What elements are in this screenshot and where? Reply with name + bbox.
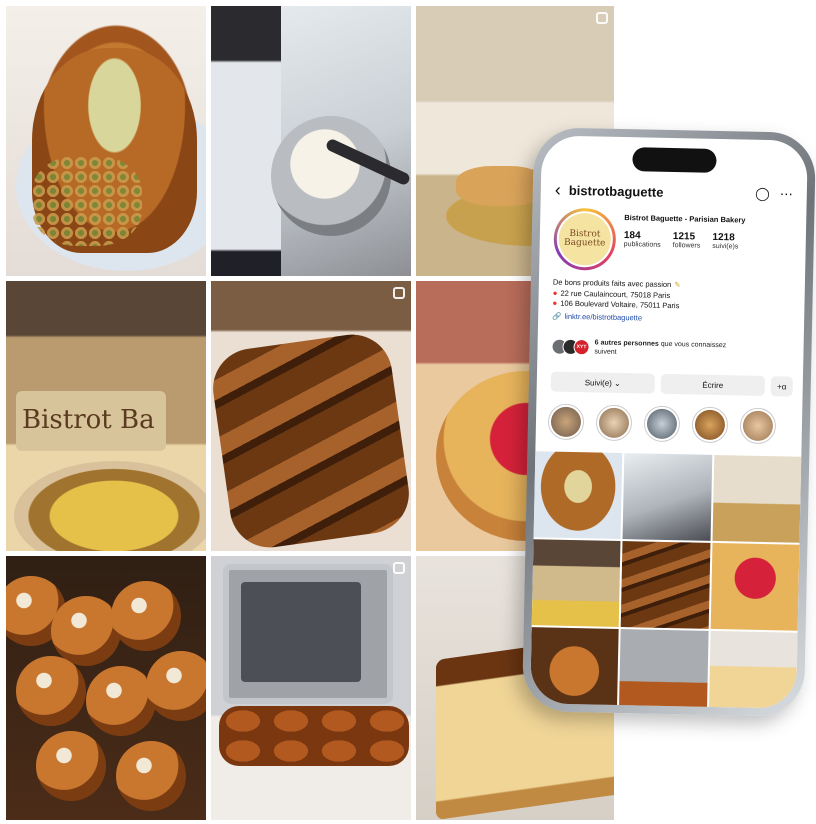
bio-address-2: 106 Boulevard Voltaire, 75011 Paris: [560, 298, 680, 311]
avatar-text-line2: Baguette: [563, 237, 606, 249]
stat-value: 1215: [672, 231, 696, 243]
stat-label: suivi(e)s: [712, 242, 739, 251]
stat-following[interactable]: 1218 suivi(e)s: [712, 232, 738, 251]
photo-whisking: [211, 6, 411, 276]
highlight-item[interactable]: [739, 407, 777, 445]
more-icon[interactable]: ⋯: [780, 186, 793, 202]
pencil-icon: ✎: [674, 280, 681, 290]
highlight-item[interactable]: [595, 404, 633, 442]
phone-screen: ‹ bistrotbaguette ◯ ⋯ Bistrot Baguette B…: [530, 135, 808, 709]
display-name: Bistrot Baguette - Parisian Bakery: [624, 213, 746, 225]
camera-icon: [393, 287, 405, 299]
bio: De bons produits faits avec passion ✎ ● 22…: [552, 278, 795, 327]
following-button[interactable]: Suivi(e) ⌄: [550, 371, 656, 394]
bio-link[interactable]: linktr.ee/bistrotbaguette: [564, 311, 642, 323]
highlight-item[interactable]: [547, 403, 585, 441]
post-thumbnail[interactable]: [710, 542, 800, 631]
pin-icon: ●: [552, 298, 558, 308]
stat-label: followers: [672, 242, 701, 250]
phone-frame: ‹ bistrotbaguette ◯ ⋯ Bistrot Baguette B…: [521, 127, 816, 717]
stat-value: 184: [623, 230, 641, 242]
add-person-button[interactable]: +α: [770, 376, 793, 397]
mutual-rest-2: suivent: [594, 348, 617, 356]
photo-quiches: Bistrot Ba: [6, 281, 206, 551]
photo-pistachio-pastry: [6, 6, 206, 276]
profile-section: Bistrot Baguette Bistrot Baguette - Pari…: [553, 207, 796, 275]
post-thumbnail[interactable]: [621, 541, 711, 629]
mutual-text: 6 autres personnes que vous connaissez s…: [594, 338, 726, 359]
bell-icon[interactable]: ◯: [755, 186, 770, 202]
post-thumbnail[interactable]: [622, 453, 712, 541]
stat-label: publications: [623, 241, 661, 249]
mutual-avatar: XYT: [573, 338, 590, 356]
post-thumbnail[interactable]: [708, 630, 798, 709]
avatar[interactable]: Bistrot Baguette: [553, 207, 617, 271]
link-icon: 🔗: [552, 311, 562, 321]
camera-icon: [596, 12, 608, 24]
profile-stats: 184 publications 1215 followers 1218 sui…: [624, 230, 796, 252]
post-thumbnail[interactable]: [530, 627, 619, 709]
mutual-count: 6 autres personnes: [594, 339, 659, 348]
stat-value: 1218: [712, 231, 735, 244]
story-highlights: [547, 403, 803, 445]
post-thumbnail[interactable]: [619, 629, 709, 709]
mutual-followers[interactable]: XYT 6 autres personnes que vous connaiss…: [551, 338, 793, 361]
profile-header: ‹ bistrotbaguette ◯ ⋯: [555, 180, 793, 205]
post-thumbnail[interactable]: [712, 454, 802, 543]
stat-followers[interactable]: 1215 followers: [673, 231, 701, 250]
post-grid: [530, 451, 802, 709]
mutual-rest: que vous connaissez: [658, 340, 727, 350]
post-thumbnail[interactable]: [531, 539, 621, 627]
sign-text: Bistrot Ba: [16, 391, 166, 451]
pin-icon: ●: [552, 288, 558, 298]
photo-oven-croissants: [211, 556, 411, 820]
photo-chouquettes: [6, 556, 206, 820]
dynamic-island: [632, 147, 717, 173]
highlight-item[interactable]: [643, 405, 681, 443]
username: bistrotbaguette: [568, 182, 664, 200]
message-button[interactable]: Écrire: [660, 373, 765, 396]
profile-actions: Suivi(e) ⌄ Écrire +α: [550, 371, 793, 397]
chevron-left-icon[interactable]: ‹: [555, 180, 561, 200]
highlight-item[interactable]: [691, 406, 729, 444]
camera-icon: [393, 562, 405, 574]
post-thumbnail[interactable]: [533, 451, 623, 540]
photo-brioche: [211, 281, 411, 551]
stat-publications[interactable]: 184 publications: [624, 230, 661, 249]
photo-grid: Bistrot Ba: [6, 6, 614, 820]
